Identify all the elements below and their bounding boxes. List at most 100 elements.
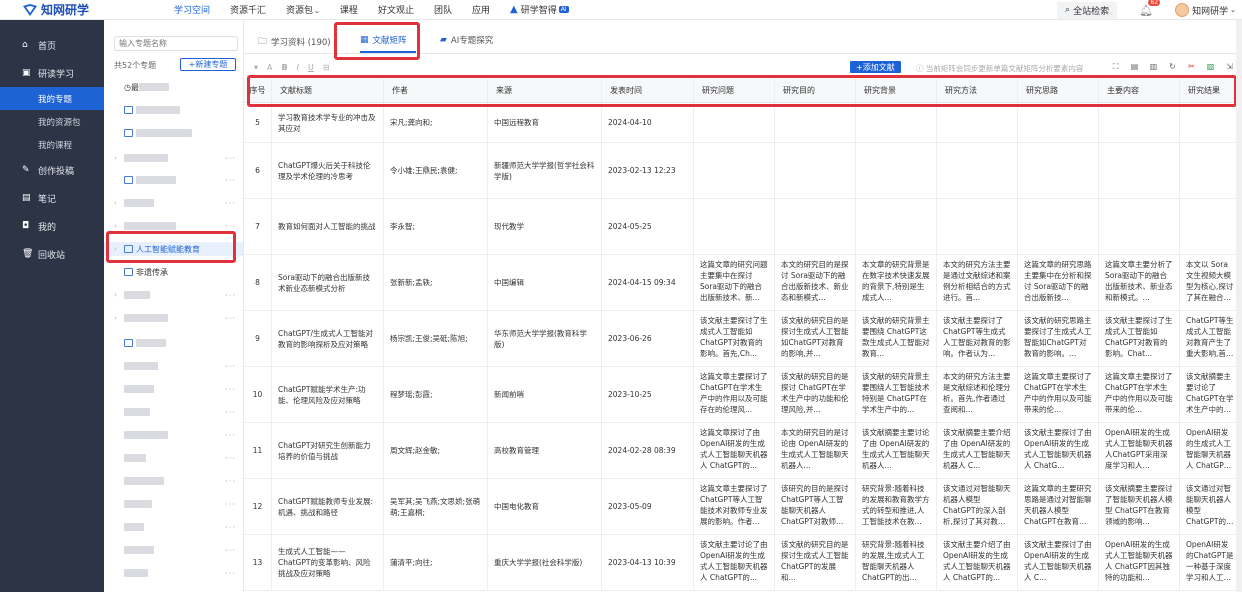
table-cell-title[interactable]: ChatGPT爆火后关于科技伦理及学术伦理的冷思考 xyxy=(272,143,384,198)
sidebar-sub-my-topics[interactable]: 我的专题 xyxy=(0,87,104,110)
table-cell-title[interactable]: 生成式人工智能——ChatGPT的变革影响、风险挑战及应对策略 xyxy=(272,535,384,590)
table-cell-analysis[interactable]: OpenAI研发的ChatGPT是一种基于深度学习和人工智能的生成式语言模型..… xyxy=(1180,535,1242,590)
table-cell-analysis[interactable]: 这篇文章主要探讨了 ChatGPT在学术生产中的作用以及可能带来的伦... xyxy=(1099,367,1180,422)
logo[interactable]: 知网研学 xyxy=(0,1,104,18)
topic-item[interactable]: ··· xyxy=(104,428,243,442)
topic-item[interactable]: ··· xyxy=(104,451,243,465)
table-cell-analysis[interactable]: 该研究的目的是探讨 ChatGPT等人工智能聊天机器人 ChatGPT对教师专业… xyxy=(775,479,856,534)
table-cell-no[interactable]: 12 xyxy=(244,479,272,534)
table-cell-analysis[interactable]: 本文以 Sora文生视频大模型为核心,探讨了其在融合出版领域的应用... xyxy=(1180,255,1242,310)
topic-item[interactable]: ◷ 最 xyxy=(104,80,243,94)
table-cell-analysis[interactable]: 该文献主要讨论了由OpenAI研发的生成式人工智能聊天机器人 ChatGPT的.… xyxy=(694,535,775,590)
topic-item[interactable]: ··· xyxy=(104,382,243,396)
topic-item[interactable]: › ··· xyxy=(104,151,243,165)
table-cell-analysis[interactable] xyxy=(937,199,1018,254)
table-cell-analysis[interactable]: 研究背景:随着科技的发展,生成式人工智能聊天机器人 ChatGPT的出... xyxy=(856,535,937,590)
table-cell-title[interactable]: ChatGPT赋能教师专业发展:机遇、挑战和路径 xyxy=(272,479,384,534)
more-icon[interactable]: ··· xyxy=(225,154,236,163)
sidebar-item-study[interactable]: ▣ 研读学习 xyxy=(0,59,104,87)
topic-item[interactable] xyxy=(104,126,243,140)
table-row[interactable]: 13 生成式人工智能——ChatGPT的变革影响、风险挑战及应对策略 蒲清平;向往;… xyxy=(244,535,1242,591)
more-icon[interactable]: ··· xyxy=(225,454,236,463)
table-cell-analysis[interactable]: ChatGPT等生成式人工智能对教育产生了重大影响,首先,它赋予教... xyxy=(1180,311,1242,366)
more-icon[interactable]: ··· xyxy=(225,362,236,371)
topic-item[interactable]: ··· xyxy=(104,497,243,511)
table-cell-analysis[interactable]: 本文的研究方法主要是文献综述和伦理分析。首先,作者通过查阅和... xyxy=(937,367,1018,422)
more-icon[interactable]: ··· xyxy=(225,222,236,231)
table-cell-analysis[interactable]: 该文献摘要主要探讨了智能聊天机器人模型 ChatGPT在教育领域的影响... xyxy=(1099,479,1180,534)
table-cell-analysis[interactable] xyxy=(1018,143,1099,198)
table-cell-title[interactable]: ChatGPT赋能学术生产:功能、伦理风险及应对策略 xyxy=(272,367,384,422)
table-cell-analysis[interactable]: 这篇文章的研究问题主要集中在探讨Sora驱动下的融合出版新技术、新... xyxy=(694,255,775,310)
bold-button[interactable]: B xyxy=(282,63,288,72)
table-cell-source[interactable]: 中国远程教育 xyxy=(488,103,602,142)
more-icon[interactable]: ··· xyxy=(225,176,236,185)
table-cell-analysis[interactable]: 这篇文章探讨了由OpenAI研发的生成式人工智能聊天机器人 ChatGPT的..… xyxy=(694,423,775,478)
table-cell-analysis[interactable] xyxy=(856,199,937,254)
table-cell-analysis[interactable] xyxy=(775,103,856,142)
more-icon[interactable]: ··· xyxy=(225,569,236,578)
table-cell-date[interactable]: 2024-04-15 09:34 xyxy=(602,255,694,310)
table-cell-analysis[interactable]: 该文献主要介绍了由OpenAI研发的生成式人工智能聊天机器人 ChatGPT的.… xyxy=(937,535,1018,590)
topic-item[interactable]: ··· xyxy=(104,173,243,187)
topic-item[interactable]: ··· xyxy=(104,520,243,534)
global-search-button[interactable]: ⌕ 全站检索 xyxy=(1057,1,1118,19)
topic-item[interactable]: ··· xyxy=(104,474,243,488)
table-cell-analysis[interactable]: 本文的研究目的是讨论由 OpenAI研发的生成式人工智能聊天机器人... xyxy=(775,423,856,478)
table-cell-title[interactable]: Sora驱动下的融合出版新技术新业态新模式分析 xyxy=(272,255,384,310)
table-cell-analysis[interactable] xyxy=(1018,103,1099,142)
topic-item[interactable]: 非遗传承 xyxy=(104,265,243,279)
sidebar-item-home[interactable]: ⌂ 首页 xyxy=(0,31,104,59)
table-cell-analysis[interactable]: 该文献主要探讨了生成式人工智能如ChatGPT对教育的影响。Chat... xyxy=(1099,311,1180,366)
table-cell-analysis[interactable]: 该文献主要探讨了生成式人工智能如ChatGPT对教育的影响。首先,Ch... xyxy=(694,311,775,366)
add-document-button[interactable]: +添加文献 xyxy=(850,61,901,73)
table-row[interactable]: 10 ChatGPT赋能学术生产:功能、伦理风险及应对策略 程梦瑶;彭霞; 新闻前哨 2… xyxy=(244,367,1242,423)
table-cell-analysis[interactable]: 该文献的研究背景主要围绕人工智能技术特别是 ChatGPT在学术生产中的... xyxy=(856,367,937,422)
table-cell-source[interactable]: 重庆大学学报(社会科学版) xyxy=(488,535,602,590)
table-cell-source[interactable]: 新闻前哨 xyxy=(488,367,602,422)
more-icon[interactable]: ··· xyxy=(225,385,236,394)
table-cell-analysis[interactable] xyxy=(856,143,937,198)
table-cell-analysis[interactable]: 该文献的研究目的是探讨 ChatGPT在学术生产中的功能和伦理风险,并... xyxy=(775,367,856,422)
table-cell-no[interactable]: 5 xyxy=(244,103,272,142)
table-cell-analysis[interactable]: 该文献摘要主要讨论了由 OpenAI研发的生成式人工智能聊天机器人... xyxy=(856,423,937,478)
table-cell-title[interactable]: 教育如何面对人工智能的挑战 xyxy=(272,199,384,254)
table-cell-source[interactable]: 中国电化教育 xyxy=(488,479,602,534)
table-cell-analysis[interactable]: 这篇文章的研究思路主要集中在分析和探讨 Sora驱动下的融合出版新技... xyxy=(1018,255,1099,310)
topic-item[interactable]: › ··· xyxy=(104,311,243,325)
table-cell-author[interactable]: 程梦瑶;彭霞; xyxy=(384,367,488,422)
table-cell-author[interactable]: 令小雄;王鼎民;袁健; xyxy=(384,143,488,198)
table-cell-analysis[interactable]: OpenAI研发的生成式人工智能聊天机器人ChatGPT采用深度学习和人... xyxy=(1099,423,1180,478)
table-cell-analysis[interactable]: 该文献的研究目的是探讨生成式人工智能如ChatGPT对教育的影响,并... xyxy=(775,311,856,366)
font-color-button[interactable]: A xyxy=(267,63,272,72)
topic-item[interactable]: ··· xyxy=(104,566,243,580)
table-cell-analysis[interactable]: 本文的研究目的是探讨 Sora驱动下的融合出版新技术、新业态和新模式... xyxy=(775,255,856,310)
sidebar-item-notes[interactable]: ▤ 笔记 xyxy=(0,184,104,212)
table-cell-analysis[interactable] xyxy=(937,103,1018,142)
table-cell-no[interactable]: 6 xyxy=(244,143,272,198)
fullscreen-icon[interactable]: ⛶ xyxy=(1106,62,1125,72)
table-row[interactable]: 5 学习教育技术学专业的冲击及其应对 宋凡;龚向和; 中国远程教育 2024-04-10 xyxy=(244,103,1242,143)
table-cell-source[interactable]: 高校教育管理 xyxy=(488,423,602,478)
more-icon[interactable]: ··· xyxy=(225,431,236,440)
table-cell-analysis[interactable]: 该文通过对智能聊天机器人模型 ChatGPT的深入剖析,探讨了其对教师... xyxy=(937,479,1018,534)
table-cell-analysis[interactable]: 该文献的研究背景主要围绕 ChatGPT这款生成式人工智能对教育... xyxy=(856,311,937,366)
table-cell-title[interactable]: 学习教育技术学专业的冲击及其应对 xyxy=(272,103,384,142)
user-menu[interactable]: 知网研学 ⌄ xyxy=(1175,3,1236,17)
table-cell-analysis[interactable] xyxy=(1180,199,1242,254)
table-cell-author[interactable]: 蒲清平;向往; xyxy=(384,535,488,590)
topic-item[interactable]: › ··· xyxy=(104,288,243,302)
table-cell-analysis[interactable]: OpenAI研发的生成式人工智能聊天机器人 ChatGPT 独特的特征,具... xyxy=(1180,423,1242,478)
table-cell-analysis[interactable]: 该文献摘要主要讨论了ChatGPT在学术生产中的功能和速整合资料,... xyxy=(1180,367,1242,422)
table-cell-analysis[interactable]: 该文通过对智能聊天机器人模型 ChatGPT的深入剖析,展示了其对教师... xyxy=(1180,479,1242,534)
table-cell-no[interactable]: 7 xyxy=(244,199,272,254)
table-cell-analysis[interactable]: 该文献摘要主要介绍了由 OpenAI研发的生成式人工智能聊天机器人 C... xyxy=(937,423,1018,478)
table-cell-analysis[interactable]: 本文的研究方法主要是通过文献综述和案例分析相结合的方式进行。首... xyxy=(937,255,1018,310)
table-cell-analysis[interactable] xyxy=(775,143,856,198)
table-cell-analysis[interactable] xyxy=(1180,143,1242,198)
table-cell-analysis[interactable] xyxy=(1099,103,1180,142)
table-cell-analysis[interactable] xyxy=(694,199,775,254)
table-cell-analysis[interactable] xyxy=(694,143,775,198)
table-cell-source[interactable]: 新疆师范大学学报(哲学社会科学版) xyxy=(488,143,602,198)
table-cell-analysis[interactable]: OpenAI研发的生成式人工智能聊天机器人 ChatGPT因其独特的功能和... xyxy=(1099,535,1180,590)
